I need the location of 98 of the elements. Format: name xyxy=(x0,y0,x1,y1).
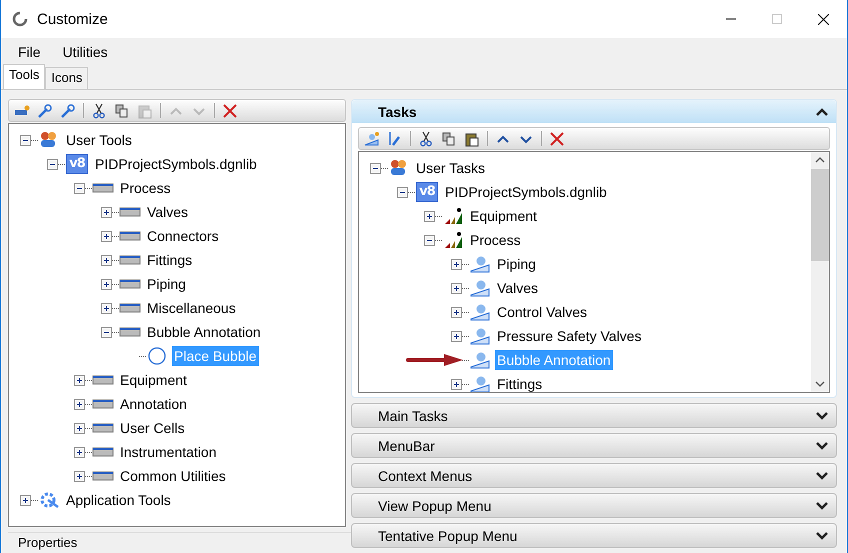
expand-icon[interactable] xyxy=(101,206,112,218)
section-header[interactable]: Context Menus xyxy=(351,463,837,488)
delete-icon[interactable] xyxy=(222,102,238,118)
chevron-down-icon[interactable] xyxy=(816,532,828,540)
tree-item[interactable]: Valves xyxy=(145,202,190,222)
tree-item[interactable]: Process xyxy=(468,230,523,250)
new-task-icon[interactable] xyxy=(364,130,380,146)
section-title: Context Menus xyxy=(378,468,472,484)
expand-icon[interactable] xyxy=(424,210,435,222)
rename-icon[interactable] xyxy=(60,102,76,118)
close-icon[interactable] xyxy=(818,14,829,24)
menu-item[interactable]: Utilities xyxy=(52,44,119,60)
tree-item[interactable]: Process xyxy=(118,178,173,198)
tree-item[interactable]: Equipment xyxy=(468,206,539,226)
tree-item[interactable]: PIDProjectSymbols.dgnlib xyxy=(443,182,609,202)
tree-item[interactable]: Equipment xyxy=(118,370,189,390)
expand-icon[interactable] xyxy=(74,422,85,434)
expand-icon[interactable] xyxy=(101,278,112,290)
chevron-down-icon[interactable] xyxy=(816,412,828,420)
chevron-down-icon[interactable] xyxy=(816,472,828,480)
cut-icon[interactable] xyxy=(91,102,107,118)
tree-item[interactable]: User Tasks xyxy=(414,158,487,178)
collapse-icon[interactable] xyxy=(424,234,435,246)
task-icon xyxy=(469,303,491,321)
expand-icon[interactable] xyxy=(451,378,462,390)
expand-icon[interactable] xyxy=(74,470,85,482)
collapse-icon[interactable] xyxy=(397,186,408,198)
cut-icon[interactable] xyxy=(418,130,434,146)
tree-item[interactable]: Miscellaneous xyxy=(145,298,238,318)
section-title: MenuBar xyxy=(378,438,435,454)
expand-icon[interactable] xyxy=(74,398,85,410)
window-title: Customize xyxy=(37,10,108,28)
expand-icon[interactable] xyxy=(20,494,31,506)
library-icon: v8 xyxy=(66,154,88,174)
section-header[interactable]: Tentative Popup Menu xyxy=(351,523,837,548)
chevron-down-icon[interactable] xyxy=(816,502,828,510)
task-icon xyxy=(469,279,491,297)
tree-item[interactable]: PIDProjectSymbols.dgnlib xyxy=(93,154,259,174)
scroll-up-icon[interactable] xyxy=(815,157,825,163)
task-icon xyxy=(469,255,491,273)
panel-title: Properties xyxy=(17,534,78,550)
section-title: Main Tasks xyxy=(378,408,448,424)
expand-icon[interactable] xyxy=(451,306,462,318)
expand-icon[interactable] xyxy=(451,258,462,270)
collapse-icon[interactable] xyxy=(74,182,85,194)
section-header[interactable]: MenuBar xyxy=(351,433,837,458)
section-title: Tentative Popup Menu xyxy=(378,528,518,544)
tree-item[interactable]: Common Utilities xyxy=(118,466,228,486)
tree-item[interactable]: Control Valves xyxy=(495,302,590,322)
collapse-icon[interactable] xyxy=(47,158,58,170)
tree-item[interactable]: Piping xyxy=(145,274,188,294)
task-icon xyxy=(469,351,491,369)
copy-icon[interactable] xyxy=(441,130,457,146)
expand-icon[interactable] xyxy=(451,282,462,294)
tab[interactable]: Tools xyxy=(3,64,46,89)
tab[interactable]: Icons xyxy=(45,67,88,89)
tree-item[interactable]: Fittings xyxy=(495,374,544,392)
rename-icon[interactable] xyxy=(387,130,403,146)
app-tools-icon xyxy=(38,491,60,509)
menu-item[interactable]: File xyxy=(7,44,52,60)
scroll-down-icon[interactable] xyxy=(815,381,825,387)
expand-icon[interactable] xyxy=(451,330,462,342)
tree-item[interactable]: Bubble Annotation xyxy=(145,322,263,342)
section-header[interactable]: View Popup Menu xyxy=(351,493,837,518)
tree-item[interactable]: User Cells xyxy=(118,418,187,438)
task-icon xyxy=(469,375,491,392)
tree-item[interactable]: Fittings xyxy=(145,250,194,270)
expand-icon[interactable] xyxy=(101,230,112,242)
chevron-up-icon[interactable] xyxy=(816,108,828,116)
task-icon xyxy=(469,327,491,345)
tree-item[interactable]: Annotation xyxy=(118,394,189,414)
section-title: Tasks xyxy=(378,104,417,120)
section-title: View Popup Menu xyxy=(378,498,492,514)
expand-icon[interactable] xyxy=(74,374,85,386)
expand-icon[interactable] xyxy=(101,302,112,314)
tree-item[interactable]: User Tools xyxy=(64,130,134,150)
new-tool-icon[interactable] xyxy=(37,102,53,118)
copy-icon[interactable] xyxy=(114,102,130,118)
collapse-icon[interactable] xyxy=(20,134,31,146)
tool-icon xyxy=(146,347,168,365)
tree-item[interactable]: Valves xyxy=(495,278,540,298)
tree-item[interactable]: Connectors xyxy=(145,226,221,246)
tree-item[interactable]: Pressure Safety Valves xyxy=(495,326,644,346)
library-icon: v8 xyxy=(416,182,438,202)
section-header[interactable]: Main Tasks xyxy=(351,403,837,428)
section-header[interactable]: Tasks xyxy=(352,100,836,123)
paste-icon[interactable] xyxy=(464,130,480,146)
collapse-icon[interactable] xyxy=(101,326,112,338)
tree-item[interactable]: Instrumentation xyxy=(118,442,218,462)
app-logo-icon xyxy=(12,11,28,27)
expand-icon[interactable] xyxy=(101,254,112,266)
chevron-down-icon[interactable] xyxy=(816,442,828,450)
expand-icon[interactable] xyxy=(74,446,85,458)
tree-item[interactable]: Piping xyxy=(495,254,538,274)
collapse-icon[interactable] xyxy=(370,162,381,174)
delete-icon[interactable] xyxy=(549,130,565,146)
tree-item[interactable]: Application Tools xyxy=(64,490,173,510)
scrollbar[interactable] xyxy=(811,152,829,392)
